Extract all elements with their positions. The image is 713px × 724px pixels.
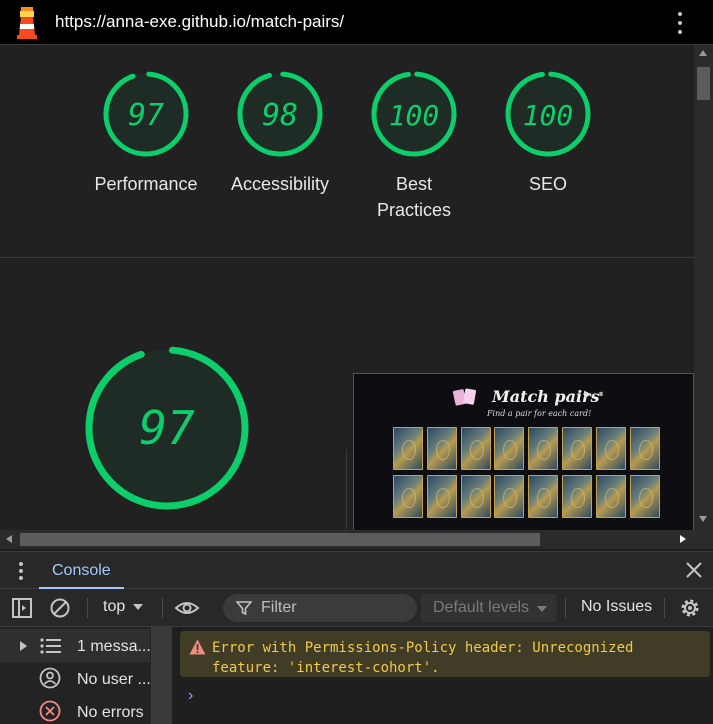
cards-icon (452, 388, 477, 406)
gauge-score: 97 (128, 98, 164, 133)
gear-icon[interactable] (679, 597, 701, 619)
log-levels-label: Default levels (433, 599, 530, 616)
game-card (595, 427, 626, 470)
filter-icon (236, 601, 252, 616)
warning-line: Error with Permissions-Policy header: Un… (212, 640, 634, 656)
toolbar-separator (87, 598, 88, 618)
error-icon (39, 700, 61, 722)
lighthouse-icon (17, 7, 37, 39)
screenshot-subtitle: Find a pair for each card! (487, 409, 592, 418)
sidebar-item-messages[interactable]: 1 messa... (0, 629, 151, 662)
list-icon (40, 638, 61, 654)
game-card (460, 475, 491, 518)
final-screenshot[interactable]: Match pairs ▶ ⏸ Find a pair for each car… (353, 373, 694, 530)
game-card (426, 475, 457, 518)
gauge-ring: 97 (103, 71, 189, 157)
game-card (562, 475, 592, 518)
section-divider (0, 257, 694, 258)
horizontal-scrollbar[interactable] (0, 530, 694, 549)
gauge-label: Best Practices (376, 174, 452, 220)
toolbar-separator (565, 598, 566, 618)
console-toolbar: top Filter Default levels No Issues (0, 589, 713, 627)
console-warning-message[interactable]: Error with Permissions-Policy header: Un… (180, 631, 710, 677)
scroll-right-icon[interactable] (680, 535, 686, 543)
game-card (426, 427, 457, 470)
title-bar: https://anna-exe.github.io/match-pairs/ (0, 0, 713, 45)
sidebar-item-user-messages[interactable]: No user ... (0, 662, 151, 695)
gauge-label: SEO (528, 174, 567, 194)
issues-counter[interactable]: No Issues (581, 598, 652, 616)
lighthouse-report: 97 Performance 98 Accessibility 100 Best… (0, 45, 694, 530)
tab-console[interactable]: Console (39, 552, 124, 589)
console-prompt[interactable]: › (188, 687, 193, 705)
gauge-ring: 100 (371, 71, 457, 157)
scroll-down-icon[interactable] (699, 516, 707, 522)
vertical-scrollbar[interactable] (694, 45, 713, 530)
user-icon (39, 667, 61, 689)
filter-placeholder: Filter (261, 599, 297, 616)
gauge-performance[interactable]: 97 Performance (79, 69, 213, 197)
warning-line: feature: 'interest-cohort'. (212, 660, 440, 676)
screenshot-content: Match pairs ▶ ⏸ Find a pair for each car… (360, 379, 693, 530)
page-url: https://anna-exe.github.io/match-pairs/ (55, 12, 345, 31)
sidebar-item-label: 1 messa... (77, 638, 151, 655)
close-icon[interactable] (684, 560, 704, 580)
game-card (595, 475, 626, 518)
game-card (528, 427, 559, 470)
scroll-thumb[interactable] (20, 533, 540, 546)
game-card (629, 475, 660, 518)
performance-big-gauge: 97 (85, 346, 249, 510)
sidebar-item-errors[interactable]: No errors (0, 695, 150, 724)
scroll-left-icon[interactable] (6, 535, 12, 543)
eye-icon[interactable] (174, 597, 200, 619)
scroll-thumb[interactable] (697, 67, 710, 100)
chevron-down-icon (133, 603, 144, 610)
drawer-tab-bar: Console (0, 551, 713, 589)
gauge-score: 100 (523, 99, 574, 132)
filter-input[interactable]: Filter (223, 594, 417, 622)
warning-icon (189, 639, 206, 655)
game-card (528, 475, 559, 518)
console-messages: Error with Permissions-Policy header: Un… (172, 627, 713, 724)
game-card (393, 475, 423, 518)
gauge-label: Accessibility (230, 174, 330, 194)
sidebar-toggle-icon[interactable] (11, 597, 33, 619)
log-levels-dropdown[interactable]: Default levels (421, 594, 557, 622)
gauge-accessibility[interactable]: 98 Accessibility (213, 69, 347, 197)
game-card (393, 427, 423, 470)
gauge-score: 100 (389, 99, 440, 132)
warning-text: Error with Permissions-Policy header: Un… (212, 638, 702, 678)
game-card (629, 427, 660, 470)
kebab-menu-icon[interactable] (672, 10, 688, 36)
console-sidebar: 1 messa... No user ... No errors (0, 627, 152, 724)
scroll-up-icon[interactable] (699, 50, 707, 56)
game-card (494, 475, 525, 518)
sidebar-scrollbar[interactable] (152, 627, 172, 724)
expand-arrow-icon[interactable] (18, 640, 28, 652)
vertical-divider (346, 450, 347, 530)
screenshot-controls: ▶ ⏸ (584, 389, 606, 400)
sidebar-item-label: No user ... (77, 671, 151, 688)
category-gauges: 97 Performance 98 Accessibility 100 Best… (0, 45, 694, 257)
game-card (562, 427, 592, 470)
gauge-score: 98 (262, 98, 298, 133)
gauge-best-practices[interactable]: 100 Best Practices (347, 69, 481, 223)
toolbar-separator (664, 598, 665, 618)
game-card (494, 427, 525, 470)
scrollbar-corner (694, 530, 713, 549)
clear-console-icon[interactable] (49, 597, 71, 619)
sidebar-item-label: No errors (77, 704, 144, 721)
context-selector[interactable]: top (103, 598, 144, 616)
chevron-down-icon (537, 606, 547, 612)
gauge-seo[interactable]: 100 SEO (481, 69, 615, 197)
toolbar-separator (162, 598, 163, 618)
drawer-menu-icon[interactable] (19, 562, 23, 580)
context-label: top (103, 598, 126, 615)
big-score: 97 (139, 401, 195, 455)
gauge-ring: 98 (237, 71, 323, 157)
game-card (460, 427, 491, 470)
gauge-label: Performance (94, 174, 198, 194)
gauge-ring: 100 (505, 71, 591, 157)
